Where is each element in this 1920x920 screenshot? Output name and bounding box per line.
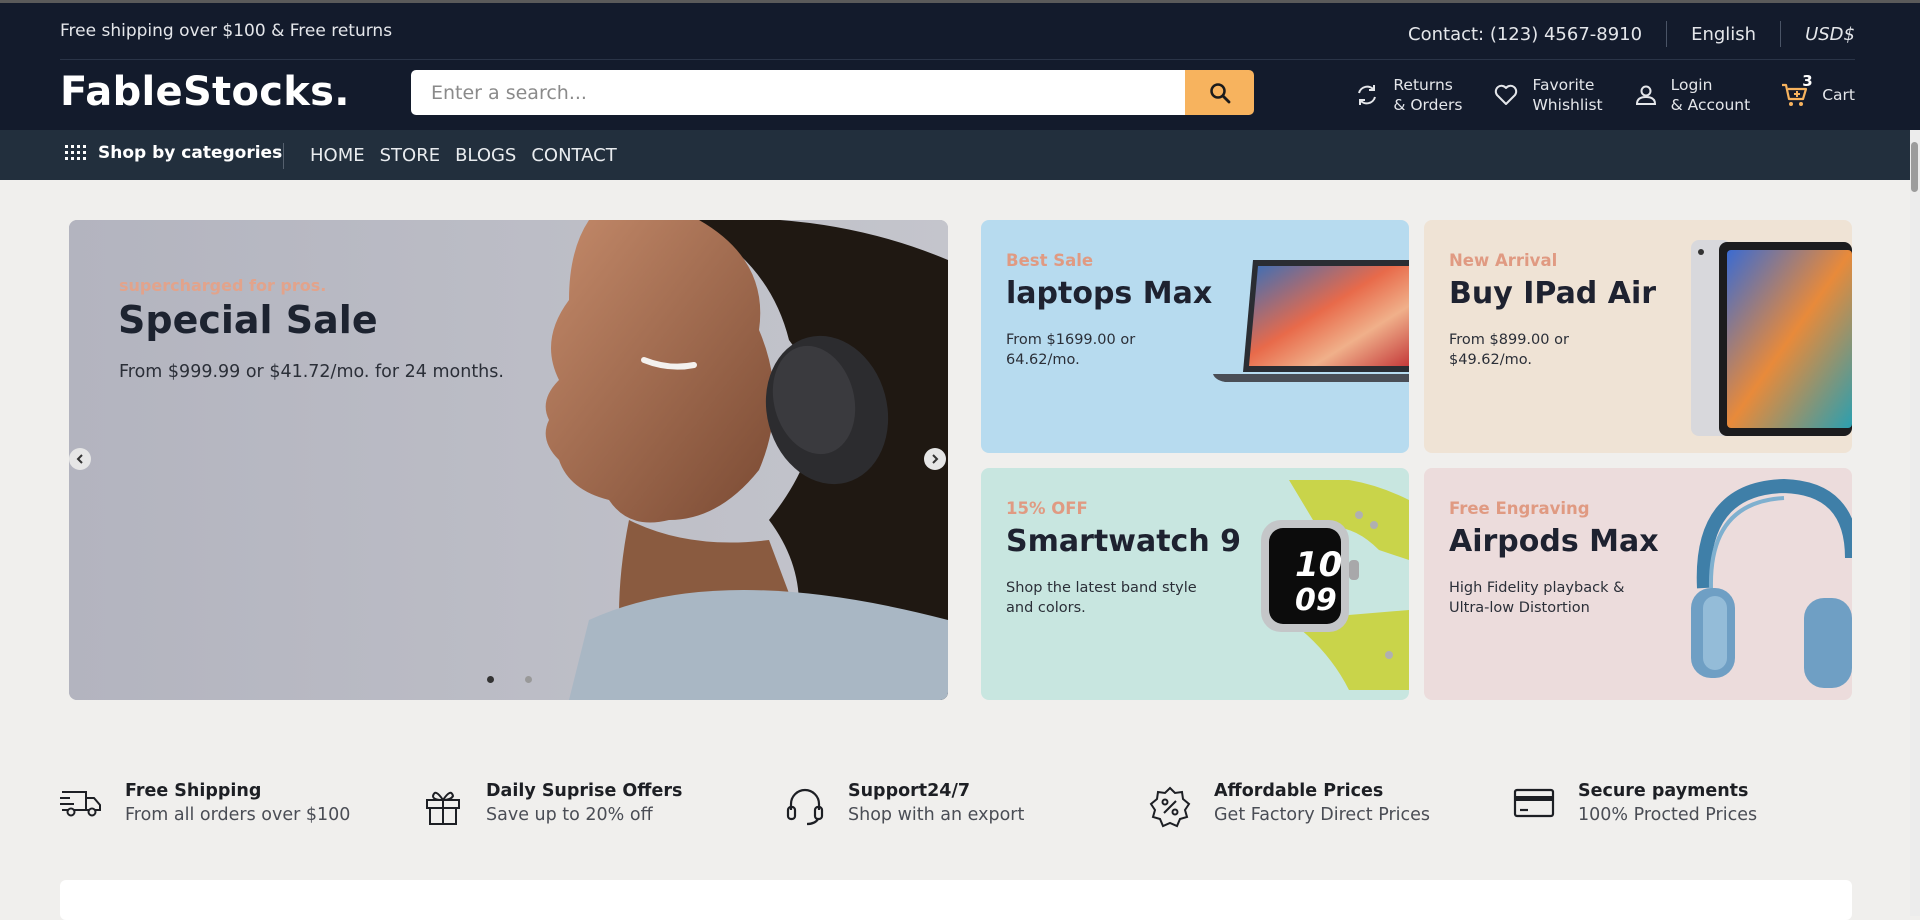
card-title: Smartwatch 9 bbox=[1006, 524, 1242, 559]
cart-label: Cart bbox=[1822, 86, 1855, 104]
feature-affordable-prices: Affordable Prices Get Factory Direct Pric… bbox=[1149, 780, 1430, 828]
feature-title: Daily Suprise Offers bbox=[486, 781, 683, 801]
search-input[interactable] bbox=[411, 70, 1187, 115]
feature-title: Secure payments bbox=[1578, 781, 1749, 801]
feature-subtitle: Save up to 20% off bbox=[486, 805, 653, 825]
feature-subtitle: From all orders over $100 bbox=[125, 805, 351, 825]
link-line1: Returns bbox=[1393, 76, 1453, 94]
promo-card-laptop[interactable]: Best Sale laptops Max From $1699.00 or 6… bbox=[981, 220, 1409, 453]
cart-count-badge: 3 bbox=[1802, 72, 1813, 90]
link-line2: & Account bbox=[1670, 96, 1751, 114]
feature-subtitle: Shop with an export bbox=[848, 805, 1025, 825]
card-title: laptops Max bbox=[1006, 276, 1213, 311]
search-button[interactable] bbox=[1185, 70, 1254, 115]
feature-title: Support24/7 bbox=[848, 781, 971, 801]
slider-dot[interactable] bbox=[525, 676, 532, 683]
hero-description: From $999.99 or $41.72/mo. for 24 months… bbox=[119, 362, 504, 382]
ipad-image bbox=[1691, 240, 1852, 436]
card-tag: 15% OFF bbox=[1006, 499, 1088, 518]
wishlist-link[interactable]: Favorite Whishlist bbox=[1492, 75, 1603, 115]
scrollbar-thumb[interactable] bbox=[1911, 142, 1918, 192]
gift-icon bbox=[426, 791, 460, 825]
divider bbox=[1666, 21, 1668, 47]
shop-by-categories-button[interactable]: Shop by categories bbox=[64, 143, 282, 163]
refresh-icon bbox=[1358, 85, 1377, 105]
link-line1: Login bbox=[1670, 76, 1713, 94]
site-logo[interactable]: FableStocks. bbox=[60, 69, 350, 115]
cart-link[interactable]: 3 Cart bbox=[1780, 72, 1855, 109]
credit-card-icon bbox=[1513, 788, 1555, 818]
laptop-image bbox=[1213, 260, 1409, 382]
language-selector[interactable]: English bbox=[1691, 24, 1756, 45]
grid-icon bbox=[65, 145, 86, 160]
main-nav: Shop by categories HOME STORE BLOGS CONT… bbox=[0, 130, 1920, 180]
hero-title: Special Sale bbox=[118, 298, 378, 342]
promo-card-watch[interactable]: 15% OFF Smartwatch 9 Shop the latest ban… bbox=[981, 468, 1409, 700]
card-tag: Best Sale bbox=[1006, 251, 1094, 270]
hero-tag: supercharged for pros. bbox=[119, 276, 327, 295]
card-tag: Free Engraving bbox=[1449, 499, 1590, 518]
nav-home[interactable]: HOME bbox=[310, 145, 365, 166]
divider bbox=[1780, 21, 1782, 47]
card-title: Airpods Max bbox=[1449, 524, 1659, 559]
slider-dot[interactable] bbox=[487, 676, 494, 683]
content-section-card bbox=[60, 880, 1852, 920]
svg-text:10: 10 bbox=[1295, 545, 1342, 585]
promo-text: Free shipping over $100 & Free returns bbox=[60, 21, 393, 41]
feature-free-shipping: Free Shipping From all orders over $100 bbox=[60, 780, 350, 828]
card-description: From $899.00 or $49.62/mo. bbox=[1449, 332, 1569, 368]
categories-label: Shop by categories bbox=[98, 143, 283, 163]
feature-secure-payments: Secure payments 100% Procted Prices bbox=[1513, 780, 1757, 828]
link-line1: Favorite bbox=[1532, 76, 1595, 94]
card-description: Shop the latest band style and colors. bbox=[1006, 580, 1197, 616]
feature-subtitle: Get Factory Direct Prices bbox=[1214, 805, 1431, 825]
feature-support: Support24/7 Shop with an export bbox=[785, 780, 1024, 828]
promo-card-ipad[interactable]: New Arrival Buy IPad Air From $899.00 or… bbox=[1424, 220, 1852, 453]
feature-title: Free Shipping bbox=[125, 781, 262, 801]
nav-store[interactable]: STORE bbox=[380, 145, 440, 166]
card-title: Buy IPad Air bbox=[1449, 276, 1657, 311]
nav-contact[interactable]: CONTACT bbox=[531, 145, 616, 166]
link-line2: & Orders bbox=[1393, 96, 1463, 114]
card-description: High Fidelity playback & Ultra-low Disto… bbox=[1449, 580, 1625, 616]
slider-dots bbox=[487, 676, 563, 683]
nav-links: HOME STORE BLOGS CONTACT bbox=[310, 145, 632, 166]
divider bbox=[283, 143, 284, 169]
card-tag: New Arrival bbox=[1449, 251, 1558, 270]
feature-subtitle: 100% Procted Prices bbox=[1578, 805, 1758, 825]
svg-text:09: 09 bbox=[1295, 583, 1337, 618]
card-description: From $1699.00 or 64.62/mo. bbox=[1006, 332, 1136, 368]
hero-slider: supercharged for pros. Special Sale From… bbox=[69, 220, 948, 700]
user-icon bbox=[1635, 85, 1656, 105]
headset-icon bbox=[786, 788, 824, 826]
returns-orders-link[interactable]: Returns & Orders bbox=[1353, 75, 1462, 115]
search-bar bbox=[411, 70, 1254, 115]
slider-next-button[interactable] bbox=[924, 448, 946, 470]
chevron-right-icon bbox=[932, 454, 939, 464]
nav-blogs[interactable]: BLOGS bbox=[455, 145, 516, 166]
heart-icon bbox=[1495, 84, 1518, 105]
percent-badge-icon bbox=[1149, 786, 1191, 828]
top-bar: Free shipping over $100 & Free returns C… bbox=[60, 3, 1855, 60]
chevron-left-icon bbox=[76, 454, 83, 464]
headphones-image bbox=[1691, 478, 1852, 688]
currency-selector[interactable]: USD$ bbox=[1805, 24, 1855, 45]
truck-icon bbox=[60, 791, 101, 817]
site-header: Free shipping over $100 & Free returns C… bbox=[0, 3, 1920, 130]
feature-title: Affordable Prices bbox=[1214, 781, 1384, 801]
slider-prev-button[interactable] bbox=[69, 448, 91, 470]
top-bar-right: Contact: (123) 4567-8910 English USD$ bbox=[1408, 21, 1855, 47]
promo-card-airpods[interactable]: Free Engraving Airpods Max High Fidelity… bbox=[1424, 468, 1852, 700]
smartwatch-image: 10 09 bbox=[1261, 480, 1409, 690]
link-line2: Whishlist bbox=[1532, 96, 1603, 114]
page-scrollbar[interactable] bbox=[1910, 130, 1920, 916]
feature-daily-offers: Daily Suprise Offers Save up to 20% off bbox=[423, 780, 682, 828]
header-links: Returns & Orders Favorite Whishlist Login &… bbox=[1353, 72, 1855, 115]
search-icon bbox=[1209, 82, 1230, 103]
contact-text: Contact: (123) 4567-8910 bbox=[1408, 23, 1643, 45]
login-account-link[interactable]: Login & Account bbox=[1633, 75, 1751, 115]
